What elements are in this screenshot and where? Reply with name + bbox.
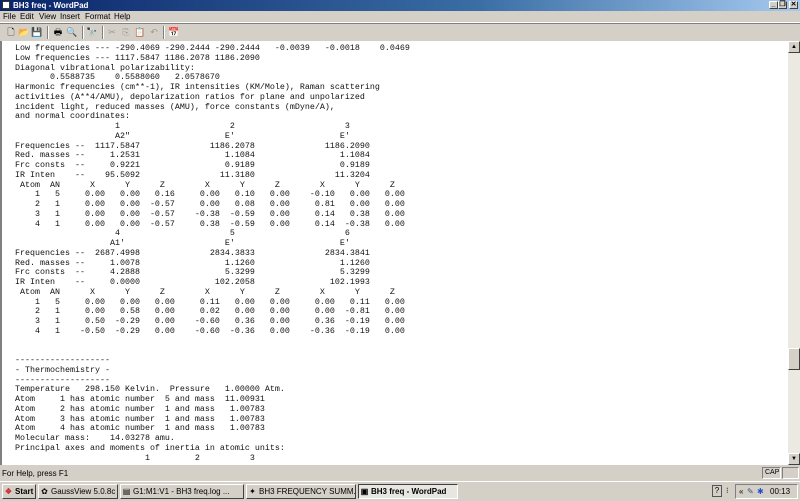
undo-icon[interactable]: ↶	[148, 26, 160, 38]
toolbar-separator	[82, 26, 84, 39]
find-icon[interactable]: 🔭	[86, 26, 98, 38]
print-preview-icon[interactable]: 🔍	[66, 26, 78, 38]
tray-arrow-icon[interactable]: ⁝	[726, 485, 729, 496]
new-icon[interactable]: 🗋	[5, 26, 17, 38]
maximize-button[interactable]: ❐	[778, 1, 787, 9]
document-text[interactable]: Low frequencies --- -290.4069 -290.2444 …	[15, 43, 410, 463]
menu-bar: File Edit View Insert Format Help	[0, 11, 800, 23]
status-help-text: For Help, press F1	[2, 469, 69, 478]
wordpad-app-icon[interactable]	[2, 1, 10, 9]
menu-format[interactable]: Format	[85, 12, 110, 21]
bluetooth-icon[interactable]: ✱	[757, 486, 764, 497]
clock[interactable]: 00:13	[770, 486, 790, 497]
copy-icon[interactable]: ⎘	[120, 26, 132, 38]
document-area[interactable]: Low frequencies --- -290.4069 -290.2444 …	[0, 41, 788, 465]
gaussview-icon: ✿	[41, 487, 48, 496]
scroll-up-icon[interactable]: ▲	[788, 41, 800, 53]
task-label: BH3 freq - WordPad	[371, 487, 447, 496]
cut-icon[interactable]: ✂	[106, 26, 118, 38]
menu-view[interactable]: View	[39, 12, 56, 21]
save-icon[interactable]: 💾	[31, 26, 43, 38]
task-frequency-summary[interactable]: ✦ BH3 FREQUENCY SUMM...	[246, 484, 356, 499]
toolbar-separator	[102, 26, 104, 39]
print-icon[interactable]: 🖶	[52, 26, 64, 38]
minimize-button[interactable]: _	[769, 1, 778, 9]
start-label: Start	[15, 487, 34, 496]
document-icon: ▤	[122, 487, 131, 496]
toolbar-separator	[163, 26, 165, 39]
menu-help[interactable]: Help	[114, 12, 130, 21]
taskbar: ❖ Start ✿ GaussView 5.0.8c ▤ G1:M1:V1 - …	[0, 481, 800, 501]
menu-file[interactable]: File	[3, 12, 16, 21]
help-icon[interactable]: ?	[712, 485, 722, 497]
vertical-scrollbar[interactable]: ▲ ▼	[788, 41, 800, 465]
menu-edit[interactable]: Edit	[20, 12, 34, 21]
caps-lock-indicator: CAP	[762, 467, 781, 479]
document-line: 4 1 -0.50 -0.29 0.00 -0.60 -0.36 0.00 -0…	[15, 325, 405, 336]
task-log-file[interactable]: ▤ G1:M1:V1 - BH3 freq.log ...	[120, 484, 244, 499]
task-label: BH3 FREQUENCY SUMM...	[259, 487, 356, 496]
scrollbar-thumb[interactable]	[788, 347, 800, 370]
scroll-down-icon[interactable]: ▼	[788, 453, 800, 465]
windows-logo-icon: ❖	[4, 487, 13, 496]
start-button[interactable]: ❖ Start	[2, 484, 36, 499]
expand-tray-icon[interactable]: «	[739, 486, 743, 497]
document-line: 1 2 3	[15, 452, 255, 463]
menu-insert[interactable]: Insert	[60, 12, 80, 21]
toolbar-separator	[47, 26, 49, 39]
wordpad-icon: ▣	[360, 487, 369, 496]
window-title: BH3 freq - WordPad	[13, 1, 89, 10]
network-icon[interactable]: ✎	[747, 486, 754, 497]
task-label: GaussView 5.0.8c	[51, 487, 116, 496]
status-bar: For Help, press F1 CAP	[0, 466, 800, 480]
open-icon[interactable]: 📂	[18, 26, 30, 38]
status-panel	[782, 467, 799, 479]
title-bar[interactable]: BH3 freq - WordPad _ ❐ ✕	[0, 0, 800, 11]
task-label: G1:M1:V1 - BH3 freq.log ...	[133, 487, 230, 496]
insert-datetime-icon[interactable]: 📅	[168, 26, 180, 38]
close-button[interactable]: ✕	[789, 1, 798, 9]
task-gaussview[interactable]: ✿ GaussView 5.0.8c	[38, 484, 118, 499]
task-wordpad[interactable]: ▣ BH3 freq - WordPad	[358, 484, 458, 499]
toolbar: 🗋 📂 💾 🖶 🔍 🔭 ✂ ⎘ 📋 ↶ 📅	[0, 23, 800, 42]
paste-icon[interactable]: 📋	[134, 26, 146, 38]
spreadsheet-icon: ✦	[249, 487, 256, 496]
system-tray: « ✎ ✱ 00:13	[735, 484, 798, 499]
